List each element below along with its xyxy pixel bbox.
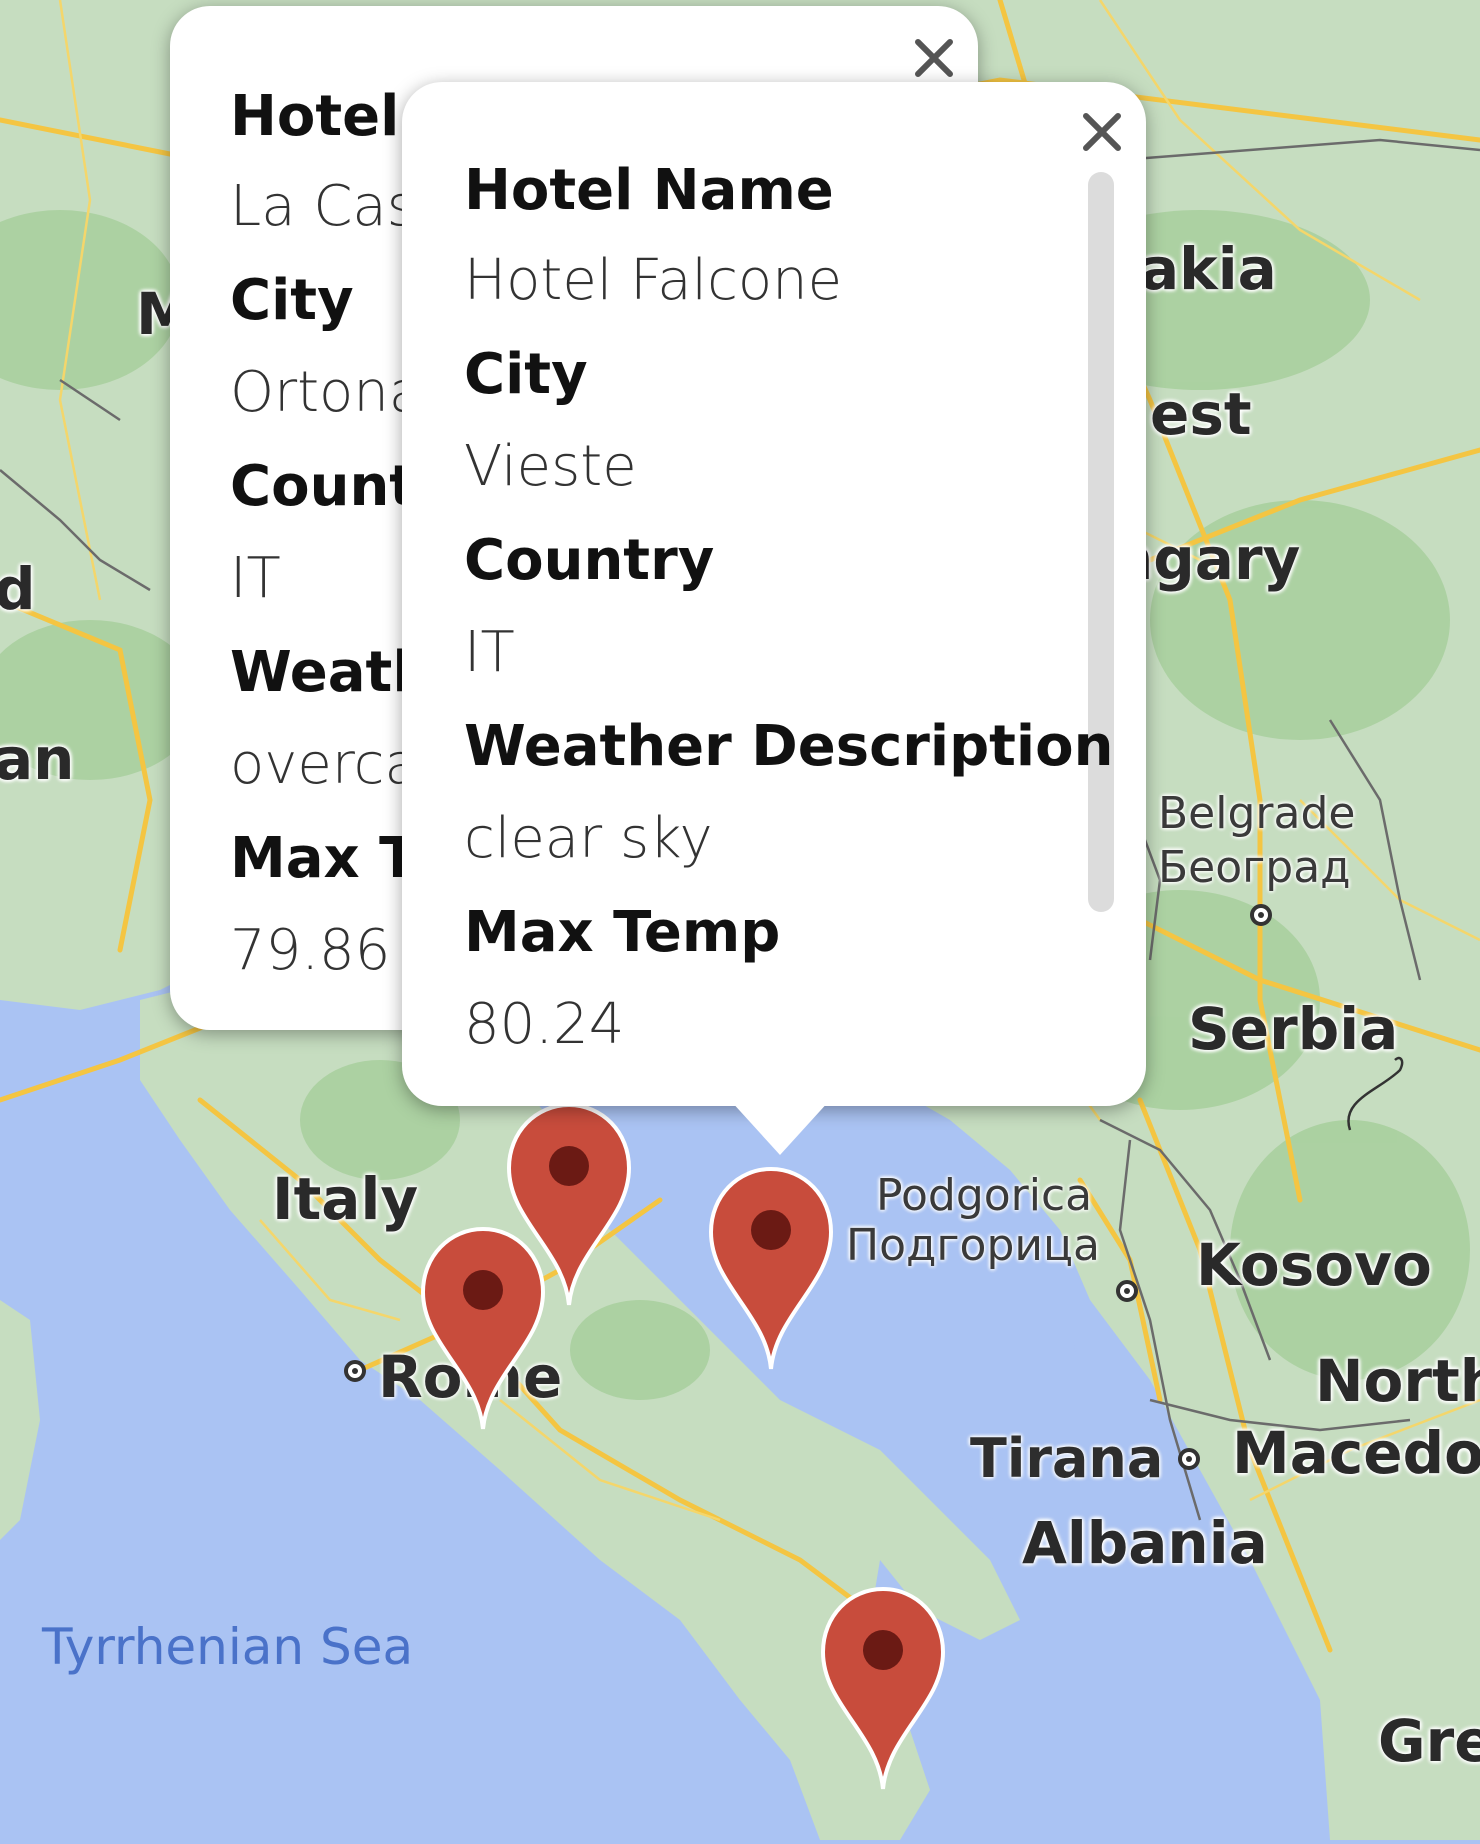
city-label: City — [230, 268, 354, 333]
city-label-belgrade: Belgrade — [1158, 788, 1356, 839]
country-value: IT — [464, 620, 515, 685]
country-value: IT — [230, 546, 281, 611]
popup-scrollbar[interactable] — [1088, 172, 1114, 912]
close-button[interactable] — [904, 28, 964, 88]
country-label-serbia: Serbia — [1188, 995, 1399, 1063]
country-label-greece: Gre — [1378, 1707, 1480, 1775]
map-pin-icon — [420, 1226, 546, 1430]
country-label: Country — [464, 528, 715, 593]
map-marker-vieste[interactable] — [706, 1164, 836, 1374]
info-window-tail — [730, 1100, 830, 1155]
sea-label-tyrrhenian: Tyrrhenian Sea — [42, 1618, 414, 1676]
max-temp-label: Max Temp — [464, 900, 781, 965]
city-value: Ortona — [230, 360, 424, 425]
city-dot-podgorica — [1116, 1280, 1138, 1302]
city-label-podgorica: Podgorica — [876, 1170, 1093, 1221]
country-label-left-an: an — [0, 725, 75, 793]
weather-description-value: clear sky — [464, 806, 713, 871]
country-label-north-macedonia-1: North — [1315, 1347, 1480, 1415]
country-label-north-macedonia-2: Macedo — [1232, 1419, 1480, 1487]
weather-description-label: Weather Description — [464, 714, 1114, 779]
city-value: Vieste — [464, 434, 637, 499]
country-label-budapest: est — [1150, 380, 1252, 448]
max-temp-value: 80.24 — [464, 992, 625, 1057]
hotel-name-value: La Cas — [230, 174, 416, 239]
city-label-belgrade-cyrillic: Београд — [1158, 842, 1351, 893]
city-dot-rome — [344, 1360, 366, 1382]
country-label: Count — [230, 454, 417, 519]
country-label-italy: Italy — [272, 1165, 419, 1233]
map-pin-icon — [708, 1166, 834, 1370]
country-label-kosovo: Kosovo — [1196, 1231, 1432, 1299]
close-icon — [915, 39, 953, 77]
city-dot-tirana — [1178, 1448, 1200, 1470]
city-label-podgorica-cyrillic: Подгорица — [846, 1220, 1100, 1271]
country-label-albania: Albania — [1022, 1509, 1268, 1577]
info-window-vieste: Hotel Name Hotel Falcone City Vieste Cou… — [402, 82, 1146, 1106]
max-temp-label: Max T — [230, 826, 418, 891]
city-dot-belgrade — [1250, 904, 1272, 926]
hotel-name-value: Hotel Falcone — [464, 248, 843, 313]
close-icon — [1083, 113, 1121, 151]
close-button[interactable] — [1072, 102, 1132, 162]
map-marker-rome-area[interactable] — [418, 1224, 548, 1434]
max-temp-value: 79.86 — [230, 918, 391, 983]
country-label-left-d: d — [0, 555, 36, 623]
hotel-name-label: Hotel Name — [464, 158, 834, 223]
country-label-slovakia: akia — [1140, 235, 1277, 303]
map-pin-icon — [820, 1586, 946, 1790]
map-marker-south[interactable] — [818, 1584, 948, 1794]
weather-description-value: overca — [230, 732, 419, 797]
city-label-tirana: Tirana — [970, 1427, 1164, 1490]
city-label: City — [464, 342, 588, 407]
